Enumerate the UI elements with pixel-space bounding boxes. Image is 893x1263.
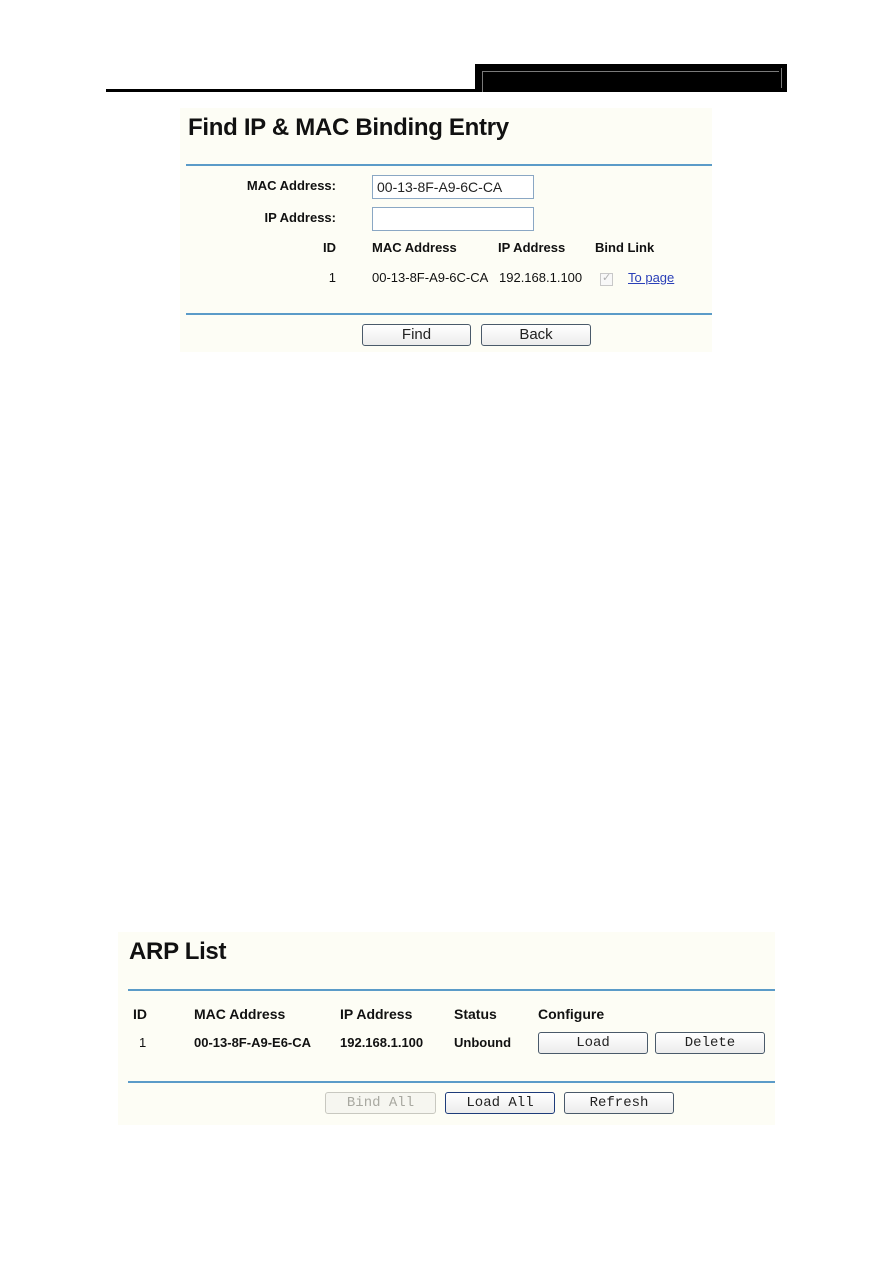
load-all-button[interactable]: Load All (445, 1092, 555, 1114)
find-button[interactable]: Find (362, 324, 471, 346)
col-mac-header: MAC Address (194, 1006, 286, 1022)
header-box-inner-edge (781, 68, 782, 88)
divider (186, 164, 712, 166)
page-title: Find IP & MAC Binding Entry (188, 114, 509, 141)
back-button[interactable]: Back (481, 324, 591, 346)
bind-checkbox[interactable]: ✓ (600, 272, 613, 286)
col-id-header: ID (133, 1006, 147, 1022)
col-mac-header: MAC Address (372, 240, 457, 255)
col-ip-header: IP Address (340, 1006, 413, 1022)
row-ip: 192.168.1.100 (340, 1035, 424, 1050)
col-ip-header: IP Address (498, 240, 566, 255)
header-box (475, 64, 787, 92)
row-ip: 192.168.1.100 (499, 270, 583, 285)
to-page-link[interactable]: To page (628, 270, 674, 285)
ip-address-input[interactable] (372, 207, 534, 231)
divider (186, 313, 712, 315)
header-rule (106, 89, 476, 92)
mac-address-input[interactable] (372, 175, 534, 199)
header-box-inner-edge (482, 71, 483, 92)
col-status-header: Status (454, 1006, 497, 1022)
row-mac: 00-13-8F-A9-6C-CA (372, 270, 489, 285)
col-bindlink-header: Bind Link (595, 240, 655, 255)
header-box-inner-line (482, 71, 779, 72)
row-status: Unbound (454, 1035, 512, 1050)
divider (128, 1081, 775, 1083)
find-binding-panel: Find IP & MAC Binding Entry MAC Address:… (180, 108, 712, 352)
load-button[interactable]: Load (538, 1032, 648, 1054)
delete-button[interactable]: Delete (655, 1032, 765, 1054)
mac-address-label: MAC Address: (246, 178, 336, 193)
bind-all-button[interactable]: Bind All (325, 1092, 436, 1114)
row-id: 1 (328, 270, 336, 285)
divider (128, 989, 775, 991)
col-id-header: ID (323, 240, 336, 255)
check-icon: ✓ (602, 272, 612, 284)
page-title: ARP List (129, 938, 227, 965)
col-configure-header: Configure (538, 1006, 605, 1022)
ip-address-label: IP Address: (264, 210, 336, 225)
row-id: 1 (139, 1035, 147, 1050)
refresh-button[interactable]: Refresh (564, 1092, 674, 1114)
arp-list-panel: ARP List ID MAC Address IP Address Statu… (118, 932, 775, 1125)
row-mac: 00-13-8F-A9-E6-CA (194, 1035, 312, 1050)
